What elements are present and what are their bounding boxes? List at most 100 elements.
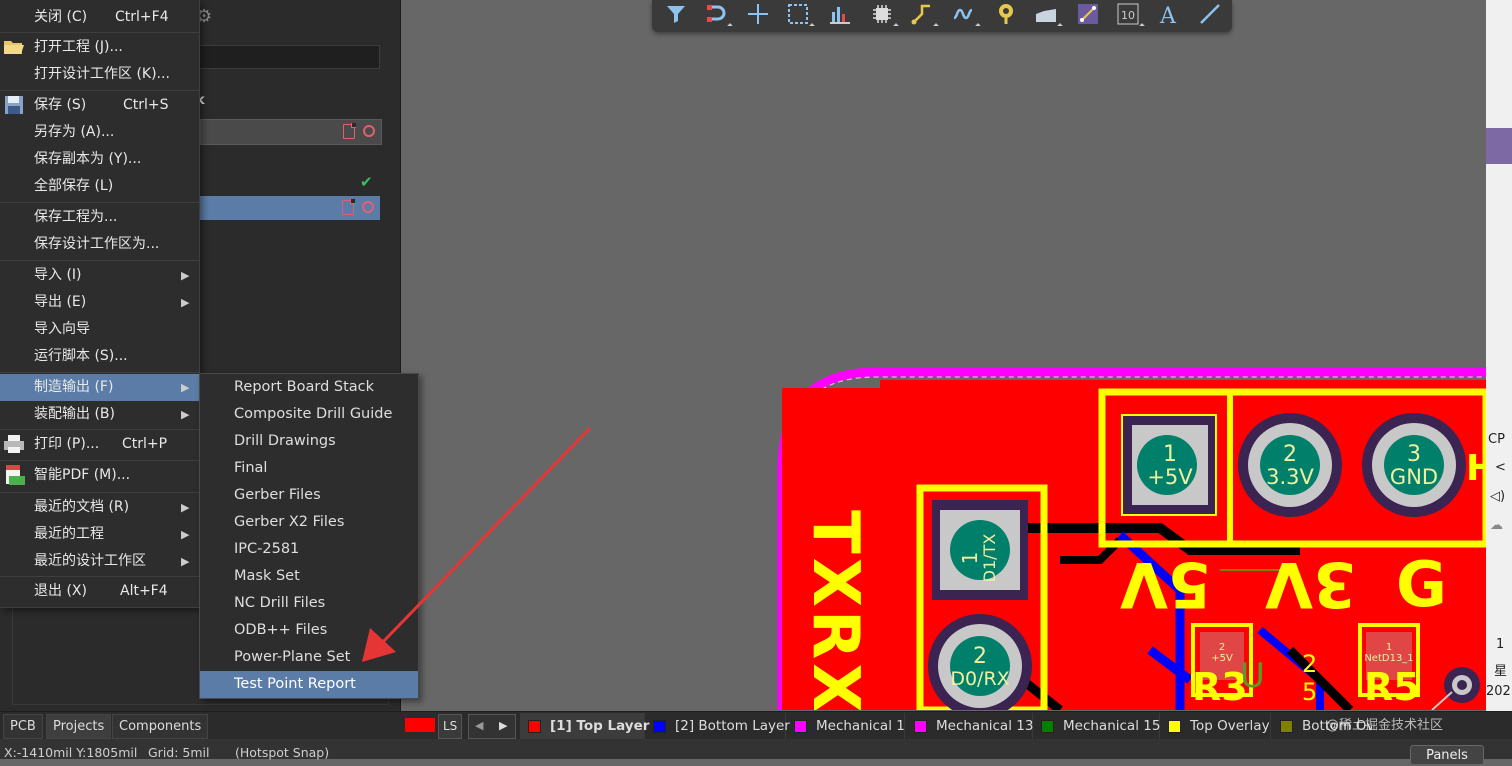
menu-shortcut: Ctrl+P — [122, 436, 168, 452]
layer-set-button[interactable]: LS — [438, 714, 463, 739]
menu-item-save-workspace-as[interactable]: 保存设计工作区为... — [0, 231, 199, 258]
unsaved-dot-icon — [363, 125, 375, 137]
pad-number: 1 — [1163, 442, 1177, 467]
menu-separator — [0, 429, 199, 430]
tuning-icon[interactable] — [946, 0, 982, 30]
pcb-canvas[interactable]: TX RX 5V 3V G R3 R5 U H3 2 5 1 +5V 2 3.3… — [760, 360, 1486, 710]
chart-icon[interactable] — [822, 0, 858, 30]
submenu-item-label: NC Drill Files — [234, 595, 326, 611]
layer-tab-top-overlay[interactable]: Top Overlay — [1160, 713, 1271, 739]
component-icon[interactable] — [864, 0, 900, 30]
silk-label-r5: R5 — [1364, 665, 1420, 709]
pad-net: +5V — [1211, 653, 1233, 664]
menu-item-close[interactable]: 关闭 (C) Ctrl+F4 — [0, 4, 199, 31]
right-strip-text: 202 — [1486, 684, 1511, 699]
submenu-item-label: Gerber X2 Files — [234, 514, 345, 530]
menu-item-save-copy[interactable]: 保存副本为 (Y)... — [0, 146, 199, 173]
layer-tabs-bar: PCB Projects Components LS ◀ ▶ [1] Top L… — [0, 711, 1512, 740]
interactive-route-icon[interactable] — [904, 0, 940, 30]
menu-item-open-project[interactable]: 打开工程 (J)... — [0, 34, 199, 61]
layer-color-swatch — [1041, 720, 1054, 733]
menu-item-import[interactable]: 导入 (I) ▶ — [0, 262, 199, 289]
layer-tab-bottom-layer[interactable]: [2] Bottom Layer — [645, 713, 790, 739]
submenu-item-label: Test Point Report — [234, 676, 356, 692]
line-icon[interactable] — [1192, 0, 1228, 30]
menu-item-import-wizard[interactable]: 导入向导 — [0, 316, 199, 343]
text-icon[interactable]: A — [1152, 0, 1188, 30]
submenu-item-label: Final — [234, 460, 268, 476]
pad-icon[interactable] — [1070, 0, 1106, 30]
cross-icon[interactable] — [740, 0, 776, 30]
smd-pad-label: 1 NetD13_1 — [1363, 642, 1415, 664]
current-layer-swatch[interactable] — [405, 718, 435, 732]
layer-color-swatch — [1280, 720, 1293, 733]
layer-tab-label: Top Overlay — [1190, 718, 1270, 734]
tab-components[interactable]: Components — [112, 714, 209, 739]
check-icon: ✔ — [360, 173, 373, 191]
submenu-item-label: ODB++ Files — [234, 622, 328, 638]
menu-item-recent-documents[interactable]: 最近的文档 (R) ▶ — [0, 494, 199, 521]
select-rect-icon[interactable] — [780, 0, 816, 30]
layer-tab-mechanical-15[interactable]: Mechanical 15 — [1033, 713, 1160, 739]
via-icon[interactable] — [988, 0, 1024, 30]
menu-separator — [0, 260, 199, 261]
panels-button[interactable]: Panels — [1410, 745, 1484, 765]
menu-item-recent-workspaces[interactable]: 最近的设计工作区 ▶ — [0, 548, 199, 575]
active-bar-toolbar: 10 A — [652, 0, 1232, 32]
menu-item-smart-pdf[interactable]: 智能PDF (M)... — [0, 462, 199, 489]
scroll-right-icon[interactable]: ▶ — [499, 719, 507, 732]
menu-item-recent-projects[interactable]: 最近的工程 ▶ — [0, 521, 199, 548]
submenu-item-label: Report Board Stack — [234, 379, 375, 395]
menu-item-save-all[interactable]: 全部保存 (L) — [0, 173, 199, 200]
menu-separator — [0, 32, 199, 33]
scroll-left-icon[interactable]: ◀ — [475, 719, 483, 732]
menu-item-save[interactable]: 保存 (S) Ctrl+S — [0, 92, 199, 119]
file-menu: 关闭 (C) Ctrl+F4 打开工程 (J)... 打开设计工作区 (K)...… — [0, 0, 200, 608]
menu-item-label: 保存副本为 (Y)... — [34, 151, 142, 167]
tab-projects[interactable]: Projects — [46, 714, 112, 739]
silk-label-tx: TX — [798, 510, 872, 611]
project-row[interactable] — [200, 119, 382, 145]
cloud-icon[interactable]: ☁ — [1490, 518, 1503, 533]
menu-item-assembly-outputs[interactable]: 装配输出 (B) ▶ — [0, 401, 199, 428]
menu-item-export[interactable]: 导出 (E) ▶ — [0, 289, 199, 316]
silk-label-rx: RX — [798, 610, 872, 710]
pad-label: 2 3.3V — [1250, 444, 1330, 489]
menu-item-label: 保存设计工作区为... — [34, 236, 160, 252]
menu-item-label: 关闭 (C) — [34, 9, 88, 25]
layer-tab-mechanical-13[interactable]: Mechanical 13 — [906, 713, 1033, 739]
project-search-input[interactable] — [198, 45, 380, 69]
menu-item-exit[interactable]: 退出 (X) Alt+F4 — [0, 578, 199, 605]
pad-number: 3 — [1407, 442, 1421, 467]
menu-item-run-script[interactable]: 运行脚本 (S)... — [0, 343, 199, 370]
layer-tab-label: Mechanical 15 — [1063, 718, 1161, 734]
menu-item-fabrication-outputs[interactable]: 制造输出 (F) ▶ — [0, 374, 199, 401]
side-digit: 5 — [1302, 678, 1318, 706]
svg-text:10: 10 — [1121, 9, 1135, 22]
filter-icon[interactable] — [658, 0, 694, 30]
document-modified-icon — [342, 199, 355, 215]
silk-edge-text: H3 — [1466, 448, 1486, 489]
menu-item-save-as[interactable]: 另存为 (A)... — [0, 119, 199, 146]
menu-item-save-project-as[interactable]: 保存工程为... — [0, 204, 199, 231]
project-row-selected[interactable] — [200, 196, 380, 220]
menu-item-label: 最近的设计工作区 — [34, 553, 146, 569]
submenu-item-report-board-stack[interactable]: Report Board Stack — [200, 374, 418, 401]
menu-item-print[interactable]: 打印 (P)... Ctrl+P — [0, 431, 199, 458]
speaker-icon[interactable]: ◁) — [1490, 489, 1505, 504]
menu-item-label: 另存为 (A)... — [34, 124, 115, 140]
layer-tab-mechanical-1[interactable]: Mechanical 1 — [786, 713, 905, 739]
tab-pcb[interactable]: PCB — [3, 714, 43, 739]
route-icon[interactable] — [698, 0, 734, 30]
submenu-item-test-point-report[interactable]: Test Point Report — [200, 671, 418, 698]
menu-separator — [0, 460, 199, 461]
menu-shortcut: Alt+F4 — [120, 583, 168, 599]
menu-item-label: 导入向导 — [34, 321, 90, 337]
dimension-icon[interactable]: 10 — [1110, 0, 1146, 30]
watermark-text: @稀土掘金技术社区 — [1326, 718, 1444, 733]
polygon-icon[interactable] — [1028, 0, 1064, 30]
layer-tab-top-layer[interactable]: [1] Top Layer — [520, 713, 649, 739]
menu-item-open-workspace[interactable]: 打开设计工作区 (K)... — [0, 61, 199, 88]
submenu-item-label: Power-Plane Set — [234, 649, 351, 665]
chevron-left-icon[interactable]: < — [1495, 460, 1506, 475]
